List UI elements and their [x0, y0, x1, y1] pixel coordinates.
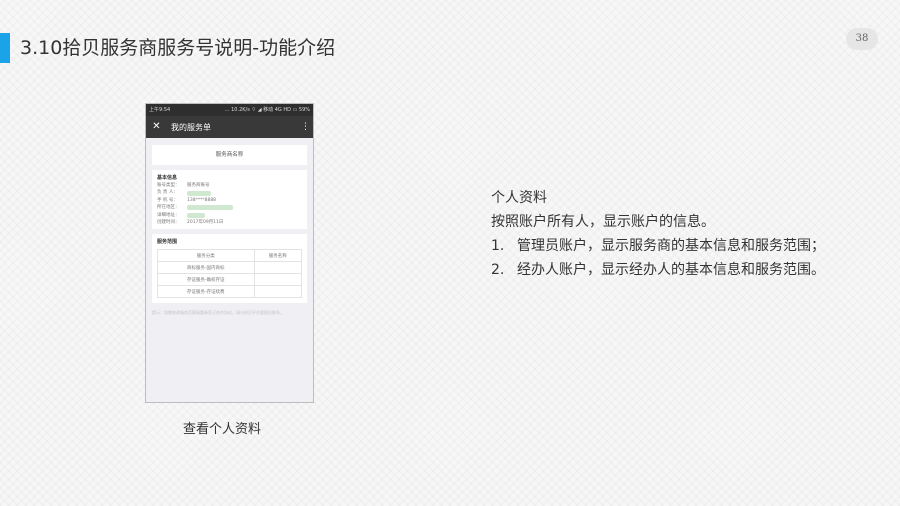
provider-name-card: 服务商名称	[152, 145, 307, 165]
close-icon[interactable]: ✕	[151, 116, 162, 138]
status-indicators: … 10.2K/s ⌔ ◢ 移动 4G HD ▭ 59%	[224, 107, 310, 113]
info-row: 账号类型： 服务商账号	[157, 183, 210, 188]
table-row: 商标服务-国内商标	[157, 261, 303, 275]
table-row: 存证服务-确权存证	[157, 273, 303, 287]
phone-nav-bar: ✕ 我的服务单 ⋮	[146, 116, 313, 138]
basic-info-title: 基本信息	[157, 175, 178, 181]
info-row: 负 责 人：	[157, 189, 302, 196]
redacted-value	[187, 190, 211, 196]
phone-screenshot: 上午9:54 … 10.2K/s ⌔ ◢ 移动 4G HD ▭ 59% ✕ 我的…	[145, 103, 314, 403]
service-scope-title: 服务范围	[157, 239, 178, 246]
list-item: 1. 管理员账户，显示服务商的基本信息和服务范围；	[491, 238, 825, 254]
feature-description: 个人资料 按照账户所有人，显示账户的信息。 1. 管理员账户，显示服务商的基本信息…	[491, 186, 825, 282]
title-accent-bar	[0, 33, 10, 63]
table-row: 存证服务-存证续费	[157, 285, 303, 299]
scope-tip-text: 提示：如需修改服务范围请重新签订合作协议，请与拾贝平台管理员联系。	[152, 310, 284, 316]
redacted-value	[187, 212, 205, 218]
description-heading: 个人资料	[491, 190, 547, 206]
list-item: 2. 经办人账户，显示经办人的基本信息和服务范围。	[491, 262, 825, 278]
info-row: 创建时间： 2017年09月11日	[157, 220, 224, 226]
status-time: 上午9:54	[149, 107, 171, 113]
description-intro: 按照账户所有人，显示账户的信息。	[491, 214, 715, 230]
info-row: 所在地区：	[157, 204, 302, 211]
more-vertical-icon[interactable]: ⋮	[301, 116, 310, 138]
service-scope-card: 服务范围 服务分类 服务名称 商标服务-国内商标 存证服务-确权存证 存证服务-…	[152, 234, 307, 304]
service-scope-table: 服务分类 服务名称 商标服务-国内商标 存证服务-确权存证 存证服务-存证续费	[157, 249, 303, 299]
redacted-value	[187, 205, 233, 211]
screenshot-caption: 查看个人资料	[183, 422, 262, 437]
table-header-row: 服务分类 服务名称	[157, 249, 303, 263]
phone-status-bar: 上午9:54 … 10.2K/s ⌔ ◢ 移动 4G HD ▭ 59%	[146, 104, 313, 116]
nav-title: 我的服务单	[171, 122, 211, 132]
page-number-badge: 38	[846, 28, 878, 50]
info-row: 详细地址：	[157, 212, 302, 219]
slide-title: 3.10拾贝服务商服务号说明-功能介绍	[20, 37, 336, 59]
info-row: 手 机 号： 138****8888	[157, 197, 217, 203]
basic-info-card: 基本信息 账号类型： 服务商账号 负 责 人： 手 机 号： 138****88…	[152, 170, 307, 230]
